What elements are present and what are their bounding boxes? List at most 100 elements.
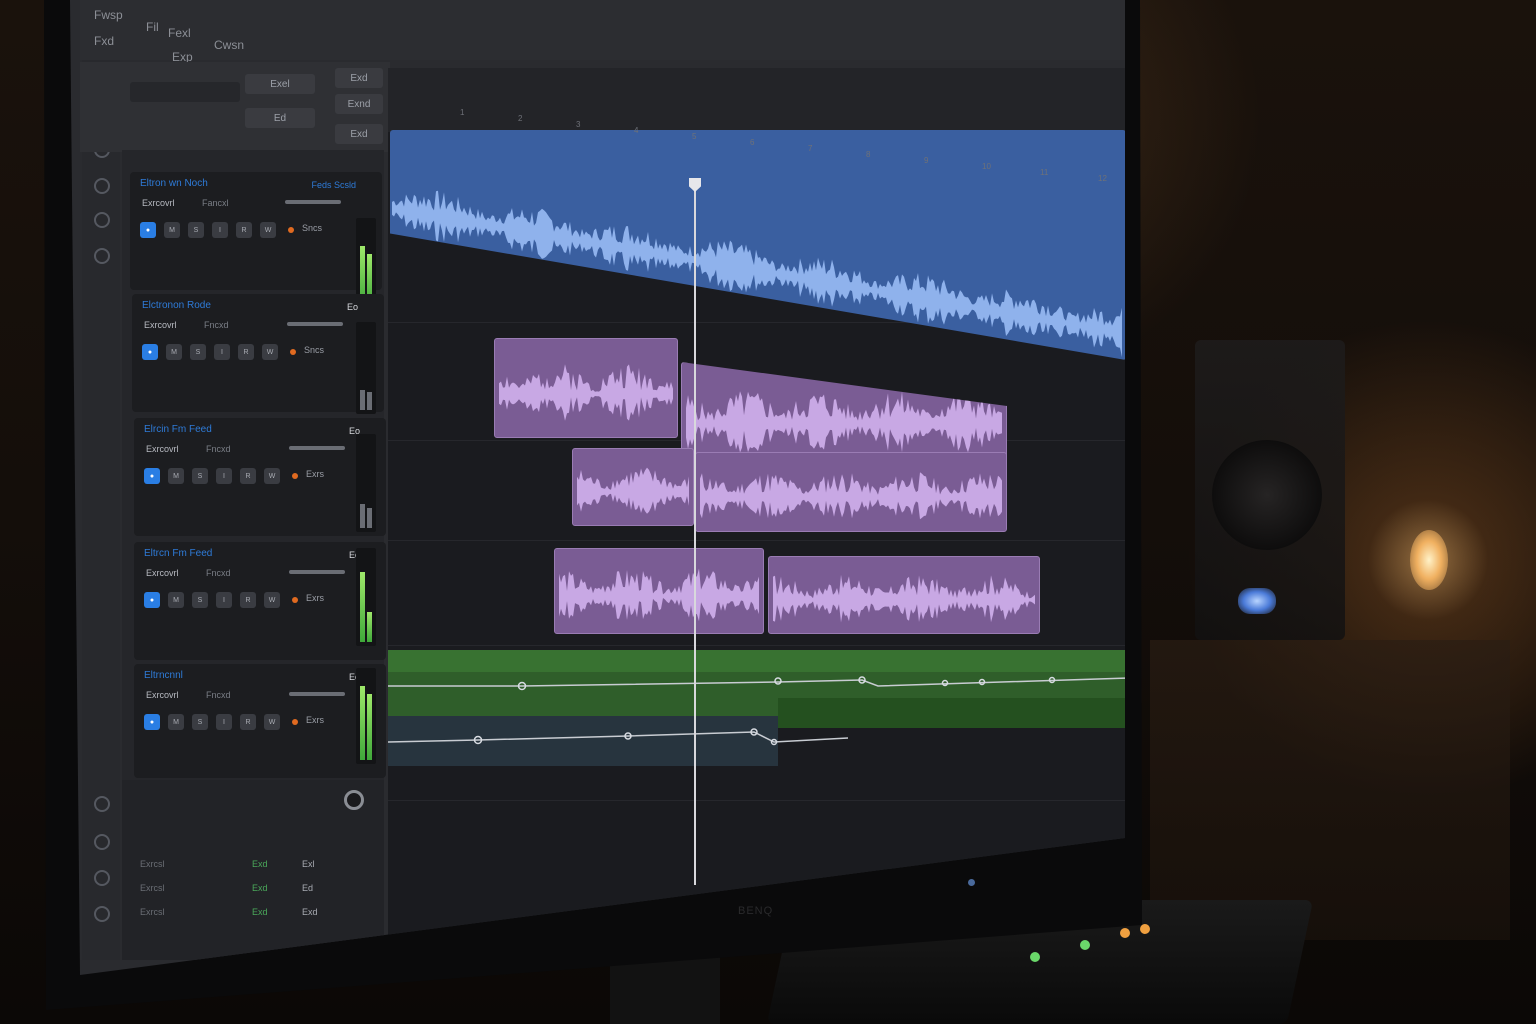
track-header[interactable]: Eltrncnnl Exrcovrl Fncxd Eo ● M S I R W … [134,664,386,778]
write-button[interactable]: W [260,222,276,238]
track-volume-fader[interactable] [289,692,345,696]
write-button[interactable]: W [264,592,280,608]
record-arm-button[interactable]: ● [140,222,156,238]
menu-item-cwsn[interactable]: Cwsn [214,38,244,52]
timeline-ruler[interactable] [388,68,1125,132]
track-volume-fader[interactable] [287,322,343,326]
send-label[interactable]: Exrs [306,715,324,725]
track-mode-label: Fncxd [206,690,231,700]
solo-button[interactable]: S [192,468,208,484]
write-button[interactable]: W [264,468,280,484]
waveform-shape [559,568,759,622]
track-option-label[interactable]: Feds Scsld [311,180,356,190]
record-arm-button[interactable]: ● [142,344,158,360]
master-row[interactable]: Exrcsl Exd Exl [132,854,382,876]
audio-region-purple[interactable] [572,448,694,526]
waveform [700,472,1002,520]
plus-icon[interactable] [94,834,110,850]
menu-item-fexl[interactable]: Fexl [168,26,191,40]
record-arm-button[interactable]: ● [144,468,160,484]
send-label[interactable]: Exrs [306,593,324,603]
mute-button[interactable]: M [166,344,182,360]
zoom-tool-icon[interactable] [94,212,110,228]
send-label[interactable]: Sncs [304,345,324,355]
toolbar-search-field[interactable] [130,82,240,102]
menu-item-fwsp[interactable]: Fwsp [94,8,123,22]
track-input-label: Exrcovrl [146,568,179,578]
read-button[interactable]: R [240,592,256,608]
track-volume-fader[interactable] [285,200,341,204]
glue-tool-icon[interactable] [94,178,110,194]
fade-tool-icon[interactable] [94,248,110,264]
track-name[interactable]: Eltron wn Noch [140,178,208,189]
send-label[interactable]: Exrs [306,469,324,479]
playhead[interactable] [694,180,696,885]
console-led [1080,940,1090,950]
mute-button[interactable]: M [168,592,184,608]
mute-button[interactable]: M [164,222,180,238]
ruler-mark: 12 [1098,174,1107,183]
input-monitor-button[interactable]: I [216,592,232,608]
waveform-shape [499,364,673,421]
read-button[interactable]: R [236,222,252,238]
input-monitor-button[interactable]: I [216,714,232,730]
waveform-shape [700,472,1002,520]
track-header[interactable]: Eltrcn Fm Feed Exrcovrl Fncxd Eo ● M S I… [134,542,386,660]
menu-item-fxd[interactable]: Fxd [94,34,114,48]
toolbar-button-exd-2[interactable]: Exd [335,124,383,144]
input-monitor-button[interactable]: I [212,222,228,238]
list-icon[interactable] [94,870,110,886]
audio-region-purple[interactable] [768,556,1040,634]
settings-icon[interactable] [94,796,110,812]
solo-button[interactable]: S [190,344,206,360]
track-name[interactable]: Elrcin Fm Feed [144,424,212,435]
menu-item-fil[interactable]: Fil [146,20,159,34]
light-bulb [1410,530,1448,590]
track-volume-fader[interactable] [289,570,345,574]
ruler-mark: 11 [1040,168,1049,177]
track-name[interactable]: Elctronon Rode [142,300,211,311]
menu-bar: Fwsp Fil Fexl Cwsn Fxd Exp [80,0,1125,64]
mute-button[interactable]: M [168,714,184,730]
write-button[interactable]: W [262,344,278,360]
audio-region-purple[interactable] [695,452,1007,532]
toolbar-button-exnd[interactable]: Exnd [335,94,383,114]
track-volume-fader[interactable] [289,446,345,450]
solo-button[interactable]: S [192,714,208,730]
write-button[interactable]: W [264,714,280,730]
input-monitor-button[interactable]: I [216,468,232,484]
level-meter [356,668,376,764]
read-button[interactable]: R [240,714,256,730]
console-led [1030,952,1040,962]
track-option-label[interactable]: Eo [347,302,358,312]
speaker-led [1238,588,1276,614]
read-button[interactable]: R [238,344,254,360]
solo-button[interactable]: S [188,222,204,238]
audio-region-purple[interactable] [494,338,678,438]
audio-region-purple[interactable] [554,548,764,634]
track-input-label: Exrcovrl [146,444,179,454]
power-led-icon[interactable] [968,879,975,886]
send-label[interactable]: Sncs [302,223,322,233]
read-button[interactable]: R [240,468,256,484]
input-monitor-button[interactable]: I [214,344,230,360]
toolbar-button-exel[interactable]: Exel [245,74,315,94]
track-header[interactable]: Elctronon Rode Exrcovrl Fncxd Eo ● M S I… [132,294,384,412]
toolbar: Exel Ed Exd Exnd Exd [80,62,390,152]
record-arm-button[interactable]: ● [144,592,160,608]
toolbar-button-exd[interactable]: Exd [335,68,383,88]
solo-button[interactable]: S [192,592,208,608]
mute-button[interactable]: M [168,468,184,484]
toolbar-button-ed[interactable]: Ed [245,108,315,128]
master-row[interactable]: Exrcsl Exd Exd [132,902,382,924]
track-name[interactable]: Eltrncnnl [144,670,183,681]
track-mode-label: Fncxd [204,320,229,330]
track-name[interactable]: Eltrcn Fm Feed [144,548,212,559]
master-row[interactable]: Exrcsl Exd Ed [132,878,382,900]
record-arm-button[interactable]: ● [144,714,160,730]
automation-lane[interactable] [388,650,1128,768]
track-header[interactable]: Elrcin Fm Feed Exrcovrl Fncxd Eo ● M S I… [134,418,386,536]
master-volume-knob[interactable] [344,790,364,810]
track-header[interactable]: Eltron wn Noch Exrcovrl Fancxl Feds Scsl… [130,172,382,290]
more-icon[interactable] [94,906,110,922]
